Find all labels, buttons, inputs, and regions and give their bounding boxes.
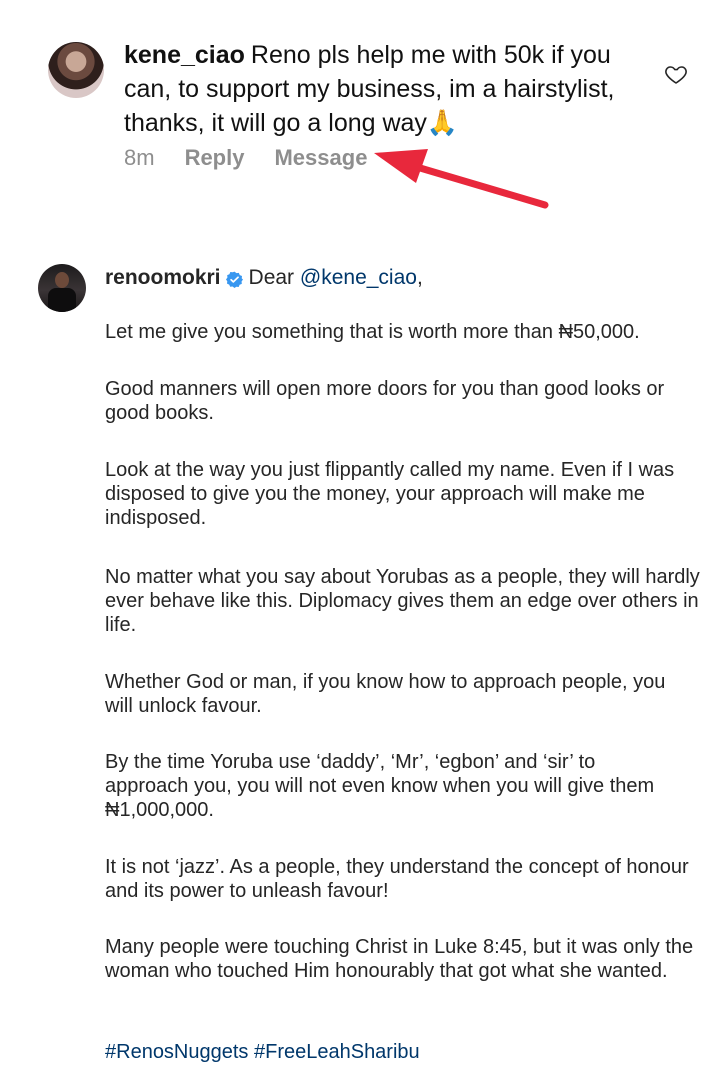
mention-link[interactable]: @kene_ciao — [300, 264, 417, 292]
message-button[interactable]: Message — [274, 145, 367, 171]
paragraph-8: Many people were touching Christ in Luke… — [105, 936, 694, 982]
red-arrow-annotation — [374, 149, 549, 209]
avatar-suit — [48, 288, 76, 312]
avatar-renoomokri[interactable] — [38, 264, 86, 312]
greeting-suffix: , — [416, 266, 423, 289]
comment-time: 8m — [124, 145, 155, 170]
paragraph-5: Whether God or man, if you know how to a… — [105, 671, 666, 717]
paragraph-3: Look at the way you just flippantly call… — [105, 459, 675, 529]
avatar-face — [55, 272, 69, 288]
paragraph-6: By the time Yoruba use ‘daddy’, ‘Mr’, ‘e… — [105, 751, 655, 821]
heart-outline-icon[interactable] — [664, 62, 688, 86]
comment-body: kene_ciao Reno pls help me with 50k if yo… — [124, 38, 629, 140]
comment-username[interactable]: renoomokri — [105, 264, 221, 292]
hashtags[interactable]: #RenosNuggets #FreeLeahSharibu — [105, 1040, 705, 1064]
comment-header: renoomokri Dear @kene_ciao, — [105, 264, 423, 292]
paragraph-1: Let me give you something that is worth … — [105, 321, 640, 343]
paragraph-2: Good manners will open more doors for yo… — [105, 378, 665, 424]
comment-username[interactable]: kene_ciao — [124, 41, 245, 69]
greeting-prefix: Dear — [248, 266, 300, 289]
verified-badge-icon — [225, 271, 243, 288]
comment-kene-ciao: kene_ciao Reno pls help me with 50k if yo… — [0, 0, 715, 220]
paragraph-7: It is not ‘jazz’. As a people, they unde… — [105, 856, 689, 902]
avatar-kene-ciao[interactable] — [48, 42, 104, 98]
reply-button[interactable]: Reply — [185, 145, 245, 171]
comment-meta: 8m Reply Message — [124, 145, 367, 171]
paragraph-4: No matter what you say about Yorubas as … — [105, 566, 700, 636]
